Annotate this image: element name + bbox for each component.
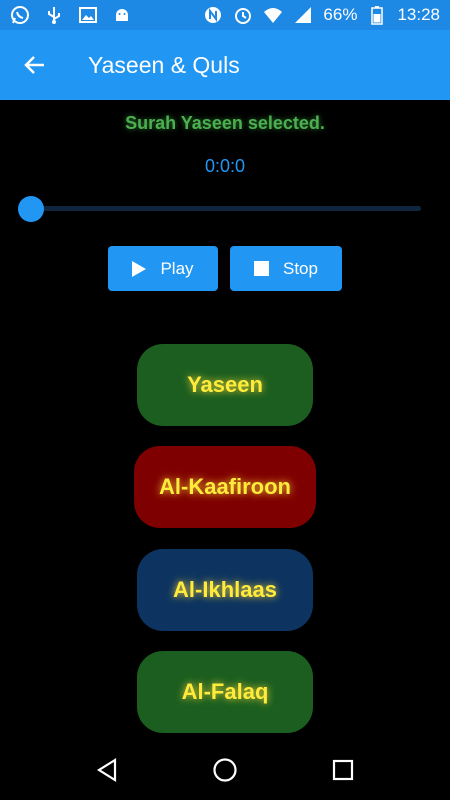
page-title: Yaseen & Quls xyxy=(88,51,240,78)
battery-percent: 66% xyxy=(323,5,358,24)
surah-button-al-ikhlaas[interactable]: Al-Ikhlaas xyxy=(137,549,313,631)
surah-label: Al-Falaq xyxy=(181,679,269,704)
image-icon xyxy=(78,5,98,25)
slider-track xyxy=(30,206,421,211)
stop-icon xyxy=(254,261,269,276)
surah-button-yaseen[interactable]: Yaseen xyxy=(137,344,313,426)
surah-label: Al-Kaafiroon xyxy=(159,474,291,499)
android-icon xyxy=(112,5,132,25)
surah-button-al-falaq[interactable]: Al-Falaq xyxy=(137,651,313,733)
battery-icon xyxy=(367,5,387,25)
alarm-icon xyxy=(233,5,253,25)
clock: 13:28 xyxy=(397,5,440,24)
usb-icon xyxy=(44,5,64,25)
seek-slider[interactable] xyxy=(18,196,421,222)
stop-label: Stop xyxy=(283,258,318,278)
square-recents-icon xyxy=(332,759,354,781)
nfc-icon xyxy=(203,5,223,25)
surah-button-al-kaafiroon[interactable]: Al-Kaafiroon xyxy=(134,446,316,528)
status-bar: 66% 13:28 xyxy=(0,0,450,30)
whatsapp-icon xyxy=(10,5,30,25)
system-nav-bar xyxy=(0,740,450,800)
triangle-back-icon xyxy=(96,758,117,782)
surah-label: Al-Ikhlaas xyxy=(173,577,277,602)
back-button[interactable] xyxy=(20,50,50,80)
playback-time: 0:0:0 xyxy=(204,156,246,176)
play-icon xyxy=(132,260,147,277)
slider-thumb[interactable] xyxy=(18,196,44,222)
nav-home-button[interactable] xyxy=(207,752,243,788)
app-bar: Yaseen & Quls xyxy=(0,30,450,100)
stop-button[interactable]: Stop xyxy=(230,246,342,291)
wifi-icon xyxy=(263,5,283,25)
play-label: Play xyxy=(160,258,194,278)
nav-recents-button[interactable] xyxy=(325,752,361,788)
surah-label: Yaseen xyxy=(187,372,263,397)
selected-status-message: Surah Yaseen selected. xyxy=(125,113,325,133)
arrow-left-icon xyxy=(24,56,44,74)
nav-back-button[interactable] xyxy=(89,752,125,788)
play-button[interactable]: Play xyxy=(108,246,218,291)
circle-home-icon xyxy=(213,758,237,782)
signal-icon xyxy=(293,5,313,25)
